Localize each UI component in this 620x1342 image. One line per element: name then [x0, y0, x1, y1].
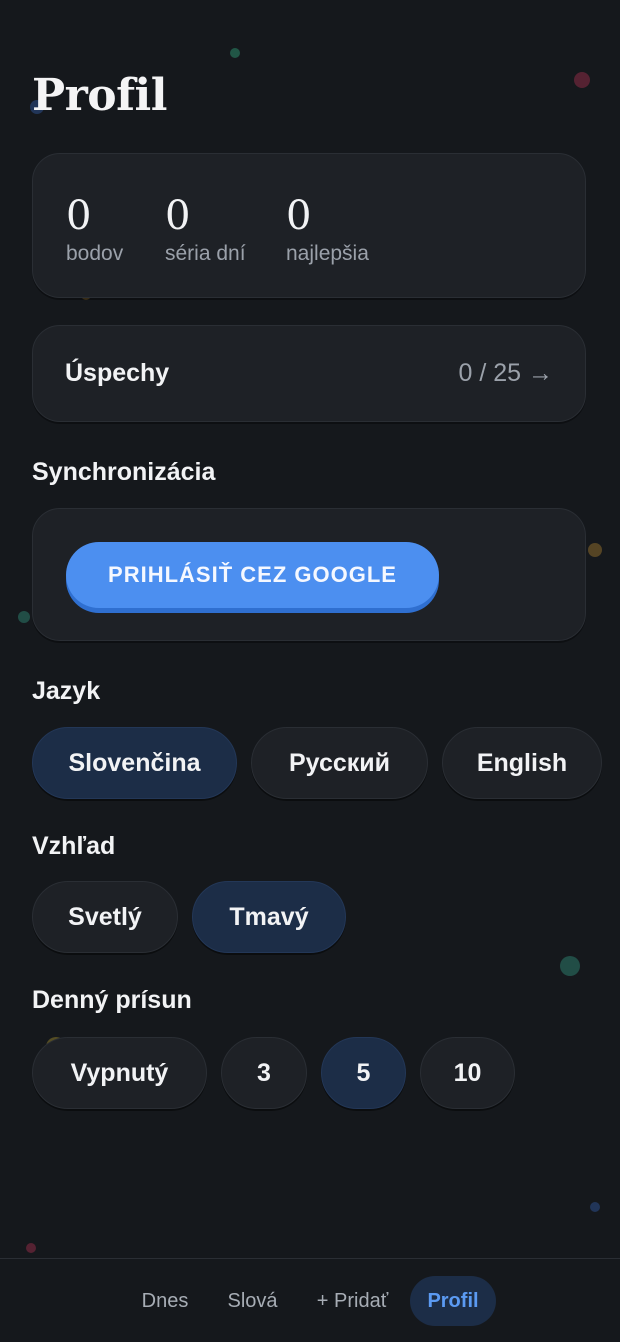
- achievements-label: Úspechy: [65, 359, 170, 387]
- decorative-dot: [574, 72, 590, 88]
- nav-item-add[interactable]: + Pridať: [305, 1276, 400, 1326]
- daily-option-off[interactable]: Vypnutý: [32, 1037, 207, 1109]
- language-option-english[interactable]: English: [442, 727, 602, 799]
- appearance-heading: Vzhľad: [32, 832, 116, 860]
- stat-points: 0 bodov: [66, 194, 123, 266]
- nav-item-today[interactable]: Dnes: [130, 1276, 200, 1326]
- appearance-option-dark[interactable]: Tmavý: [192, 881, 346, 953]
- language-heading: Jazyk: [32, 677, 101, 705]
- stat-best-label: najlepšia: [286, 242, 369, 265]
- nav-item-words[interactable]: Slová: [215, 1276, 290, 1326]
- stat-streak-value: 0: [165, 193, 191, 239]
- achievements-count: 0 / 25 →: [458, 359, 554, 387]
- daily-option-3[interactable]: 3: [221, 1037, 307, 1109]
- language-option-slovak[interactable]: Slovenčina: [32, 727, 237, 799]
- stats-card: 0 bodov 0 séria dní 0 najlepšia: [32, 153, 586, 298]
- daily-option-5[interactable]: 5: [321, 1037, 406, 1109]
- decorative-dot: [588, 543, 602, 557]
- stat-points-label: bodov: [66, 242, 124, 265]
- google-sign-in-button[interactable]: PRIHLÁSIŤ CEZ GOOGLE: [66, 542, 439, 608]
- sync-card: PRIHLÁSIŤ CEZ GOOGLE: [32, 508, 586, 641]
- decorative-dot: [590, 1202, 600, 1212]
- appearance-option-light[interactable]: Svetlý: [32, 881, 178, 953]
- stat-streak-label: séria dní: [165, 242, 246, 265]
- decorative-dot: [26, 1243, 36, 1253]
- stat-points-value: 0: [66, 193, 92, 239]
- bottom-nav: Dnes Slová + Pridať Profil: [0, 1258, 620, 1342]
- page-title: Profil: [32, 70, 167, 121]
- decorative-dot: [18, 611, 30, 623]
- sync-heading: Synchronizácia: [32, 458, 216, 486]
- stat-streak: 0 séria dní: [165, 194, 246, 266]
- decorative-dot: [560, 956, 580, 976]
- daily-option-10[interactable]: 10: [420, 1037, 515, 1109]
- language-option-russian[interactable]: Русский: [251, 727, 428, 799]
- nav-item-profile[interactable]: Profil: [410, 1276, 496, 1326]
- stat-best-value: 0: [286, 193, 312, 239]
- daily-heading: Denný prísun: [32, 986, 192, 1014]
- profile-page: Profil 0 bodov 0 séria dní 0 najlepšia Ú…: [0, 0, 620, 1342]
- decorative-dot: [230, 48, 240, 58]
- stat-best: 0 najlepšia: [286, 194, 369, 266]
- achievements-card[interactable]: Úspechy 0 / 25 →: [32, 325, 586, 422]
